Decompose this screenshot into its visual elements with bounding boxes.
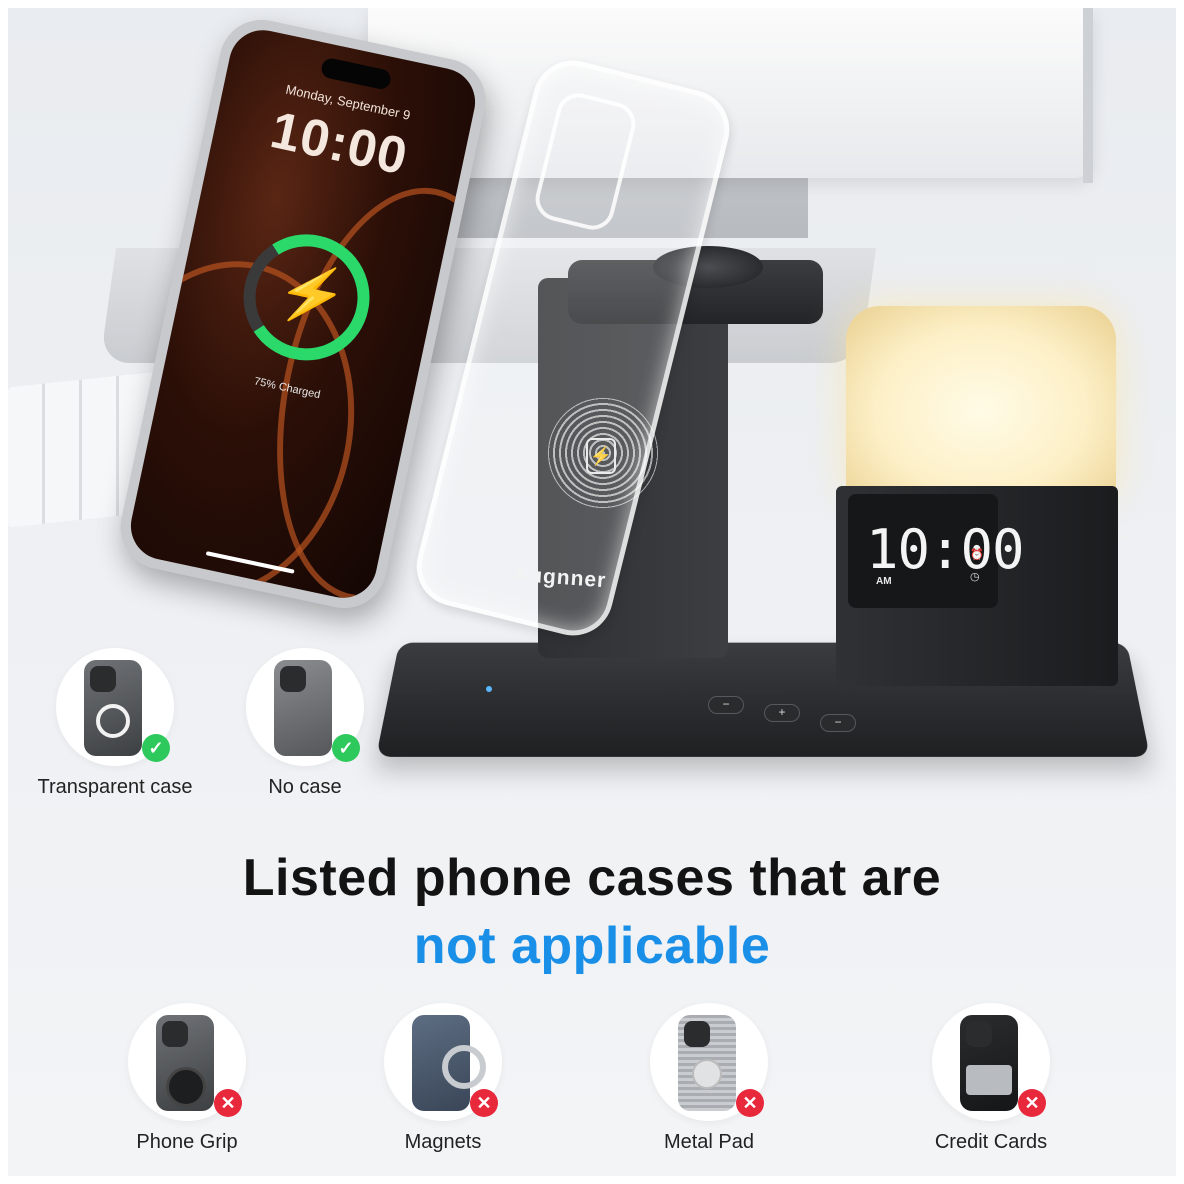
clock-time: 10:00 (866, 518, 1025, 581)
compatible-item-no-case: ✓ No case (220, 648, 390, 799)
clock-period: AM (876, 576, 892, 587)
not-applicable-item-magnets: ✕ Magnets (358, 1003, 528, 1154)
alarm-icons: ⏰ ◷ (970, 544, 984, 588)
x-icon: ✕ (470, 1089, 498, 1117)
headline-accent: not applicable (413, 917, 771, 975)
clock-button-3[interactable]: − (820, 714, 856, 732)
not-applicable-item-metal-pad: ✕ Metal Pad (624, 1003, 794, 1154)
not-applicable-item-credit-cards: ✕ Credit Cards (906, 1003, 1076, 1154)
indicator-led (486, 686, 492, 692)
timer-icon: ◷ (970, 571, 980, 583)
phone-thumbnail (156, 1015, 214, 1111)
not-applicable-label: Metal Pad (663, 1131, 755, 1153)
camera-icon (280, 666, 306, 692)
not-applicable-label: Magnets (404, 1131, 482, 1153)
x-icon: ✕ (1018, 1089, 1046, 1117)
product-image: ⚡ Augnner − + − 10:00 AM ⏰ ◷ Monday, Sep… (8, 8, 1176, 1176)
dynamic-island (319, 56, 393, 91)
camera-icon (966, 1021, 992, 1047)
not-applicable-item-phone-grip: ✕ Phone Grip (102, 1003, 272, 1154)
case-camera-cutout (530, 88, 641, 235)
phone-thumbnail (84, 660, 142, 756)
headline: Listed phone cases that are (242, 849, 942, 907)
phone-thumbnail (960, 1015, 1018, 1111)
camera-icon (90, 666, 116, 692)
lightning-bolt-icon: ⚡ (271, 255, 353, 333)
phone-thumbnail (274, 660, 332, 756)
not-applicable-label: Credit Cards (934, 1131, 1048, 1153)
compatible-thumbnail: ✓ (246, 648, 364, 766)
camera-icon (162, 1021, 188, 1047)
not-applicable-thumbnail: ✕ (932, 1003, 1050, 1121)
clock-button-2[interactable]: + (764, 704, 800, 722)
not-applicable-thumbnail: ✕ (650, 1003, 768, 1121)
check-icon: ✓ (332, 734, 360, 762)
x-icon: ✕ (736, 1089, 764, 1117)
metal-plate-icon (692, 1059, 722, 1089)
x-icon: ✕ (214, 1089, 242, 1117)
compatible-item-transparent-case: ✓ Transparent case (30, 648, 200, 799)
phone-thumbnail (412, 1015, 486, 1111)
magsafe-ring-icon (96, 704, 130, 738)
night-light-lamp (846, 306, 1116, 496)
clock-button-1[interactable]: − (708, 696, 744, 714)
not-applicable-thumbnail: ✕ (384, 1003, 502, 1121)
monitor-edge (1083, 8, 1093, 183)
not-applicable-thumbnail: ✕ (128, 1003, 246, 1121)
compatible-label: No case (268, 776, 342, 798)
check-icon: ✓ (142, 734, 170, 762)
not-applicable-label: Phone Grip (136, 1131, 238, 1153)
compatible-label: Transparent case (37, 776, 193, 798)
phone-thumbnail (678, 1015, 736, 1111)
phone-grip-icon (166, 1067, 206, 1107)
credit-card-icon (966, 1065, 1012, 1095)
compatible-thumbnail: ✓ (56, 648, 174, 766)
magnetic-ring-icon (442, 1045, 486, 1089)
alarm-icon: ⏰ (970, 549, 984, 561)
camera-icon (684, 1021, 710, 1047)
